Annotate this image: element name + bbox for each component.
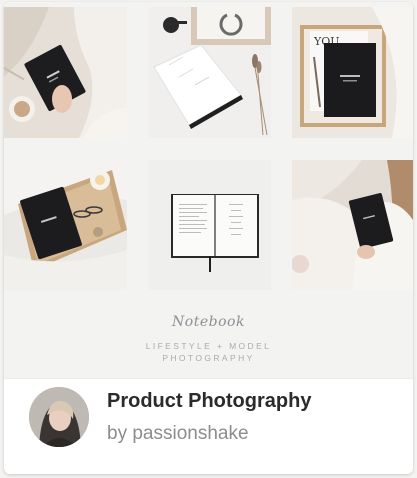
preview-photo-3: YOU — [292, 7, 413, 138]
product-card[interactable]: YOU Notebook LIFESTYLE + MODEL PHOTOGRAP… — [4, 2, 413, 474]
preview-photo-1 — [4, 7, 127, 138]
preview-photo-6 — [292, 160, 413, 290]
preview-brand-script: Notebook — [172, 314, 245, 330]
preview-brand-subtitle-line2: PHOTOGRAPHY — [162, 353, 255, 363]
preview-brand-subtitle-line1: LIFESTYLE + MODEL — [145, 341, 272, 351]
product-title[interactable]: Product Photography — [107, 390, 311, 413]
product-preview[interactable]: YOU Notebook LIFESTYLE + MODEL PHOTOGRAP… — [4, 2, 413, 378]
author-avatar[interactable] — [29, 387, 89, 447]
preview-photo-5 — [149, 160, 271, 290]
card-divider — [4, 378, 413, 379]
preview-brand-subtitle: LIFESTYLE + MODEL PHOTOGRAPHY — [4, 340, 413, 364]
product-author[interactable]: by passionshake — [107, 423, 249, 445]
preview-photo-2 — [149, 7, 271, 138]
preview-photo-4 — [4, 160, 127, 290]
